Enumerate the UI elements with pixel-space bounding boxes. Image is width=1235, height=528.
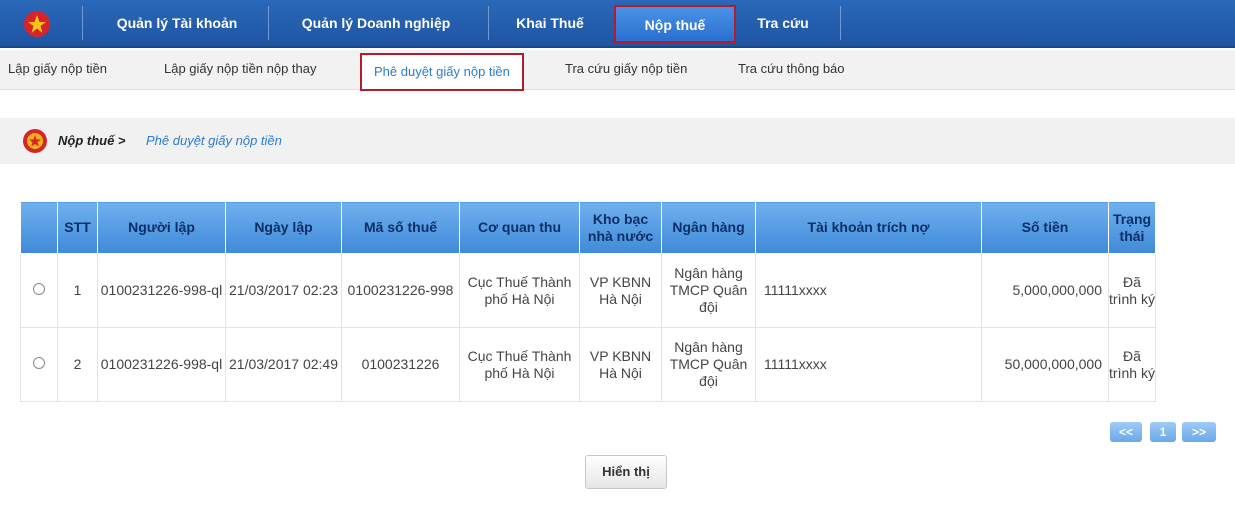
cell-so-tien: 5,000,000,000: [981, 253, 1109, 328]
cell-so-tien: 50,000,000,000: [981, 327, 1109, 402]
subnav-tra-cuu-thong-bao[interactable]: Tra cứu thông báo: [738, 61, 845, 76]
cell-ma-so-thue: 0100231226: [341, 327, 460, 402]
subnav-lap-giay-nop-tien-nop-thay[interactable]: Lập giấy nộp tiền nộp thay: [164, 61, 317, 76]
cell-trang-thai: Đã trình ký: [1108, 327, 1156, 402]
cell-ngay-lap: 21/03/2017 02:23: [225, 253, 342, 328]
payment-approval-table: STT Người lập Ngày lập Mã số thuế Cơ qua…: [20, 201, 1156, 402]
show-button[interactable]: Hiển thị: [585, 455, 667, 489]
col-trang-thai: Trạng thái: [1108, 201, 1156, 254]
nav-quan-ly-tai-khoan[interactable]: Quản lý Tài khoản: [92, 0, 262, 46]
cell-stt: 1: [57, 253, 98, 328]
col-co-quan-thu: Cơ quan thu: [459, 201, 580, 254]
nav-nop-thue[interactable]: Nộp thuế: [614, 5, 736, 43]
cell-nguoi-lap: 0100231226-998-ql: [97, 327, 226, 402]
col-stt: STT: [57, 201, 98, 254]
pager-page-1[interactable]: 1: [1150, 422, 1176, 442]
col-nguoi-lap: Người lập: [97, 201, 226, 254]
breadcrumb-current: Phê duyệt giấy nộp tiền: [146, 133, 282, 148]
col-kho-bac: Kho bạc nhà nước: [579, 201, 662, 254]
nav-khai-thue[interactable]: Khai Thuế: [492, 0, 608, 46]
col-tai-khoan-trich-no: Tài khoản trích nợ: [755, 201, 982, 254]
subnav-lap-giay-nop-tien[interactable]: Lập giấy nộp tiền: [8, 61, 107, 76]
cell-nguoi-lap: 0100231226-998-ql: [97, 253, 226, 328]
top-navigation: Quản lý Tài khoản Quản lý Doanh nghiệp K…: [0, 0, 1235, 48]
nav-divider: [840, 6, 841, 40]
cell-trang-thai: Đã trình ký: [1108, 253, 1156, 328]
subnav-phe-duyet-giay-nop-tien[interactable]: Phê duyệt giấy nộp tiền: [360, 53, 524, 91]
cell-ma-so-thue: 0100231226-998: [341, 253, 460, 328]
pager-next-button[interactable]: >>: [1182, 422, 1216, 442]
col-ngan-hang: Ngân hàng: [661, 201, 756, 254]
cell-ngan-hang: Ngân hàng TMCP Quân đội: [661, 327, 756, 402]
cell-kho-bac: VP KBNN Hà Nội: [579, 327, 662, 402]
pager-prev-button[interactable]: <<: [1110, 422, 1142, 442]
cell-ngan-hang: Ngân hàng TMCP Quân đội: [661, 253, 756, 328]
col-select: [20, 201, 58, 254]
sub-navigation: Lập giấy nộp tiền Lập giấy nộp tiền nộp …: [0, 50, 1235, 91]
table-header-row: STT Người lập Ngày lập Mã số thuế Cơ qua…: [20, 201, 1156, 254]
cell-stt: 2: [57, 327, 98, 402]
nav-divider: [488, 6, 489, 40]
row-select-cell: [20, 327, 58, 402]
table-row[interactable]: 1 0100231226-998-ql 21/03/2017 02:23 010…: [20, 253, 1156, 328]
emblem-icon: [24, 11, 50, 37]
emblem-icon: [23, 129, 47, 153]
breadcrumb: Nộp thuế > Phê duyệt giấy nộp tiền: [0, 118, 1235, 164]
breadcrumb-root[interactable]: Nộp thuế >: [58, 133, 126, 148]
cell-kho-bac: VP KBNN Hà Nội: [579, 253, 662, 328]
nav-tra-cuu[interactable]: Tra cứu: [738, 0, 828, 46]
nav-divider: [82, 6, 83, 40]
cell-ngay-lap: 21/03/2017 02:49: [225, 327, 342, 402]
table-row[interactable]: 2 0100231226-998-ql 21/03/2017 02:49 010…: [20, 327, 1156, 402]
cell-tai-khoan: 11111xxxx: [755, 253, 982, 328]
row-radio[interactable]: [33, 357, 45, 369]
nav-divider: [268, 6, 269, 40]
cell-co-quan-thu: Cục Thuế Thành phố Hà Nội: [459, 253, 580, 328]
col-ma-so-thue: Mã số thuế: [341, 201, 460, 254]
subnav-tra-cuu-giay-nop-tien[interactable]: Tra cứu giấy nộp tiền: [565, 61, 687, 76]
cell-co-quan-thu: Cục Thuế Thành phố Hà Nội: [459, 327, 580, 402]
row-select-cell: [20, 253, 58, 328]
row-radio[interactable]: [33, 283, 45, 295]
cell-tai-khoan: 11111xxxx: [755, 327, 982, 402]
col-ngay-lap: Ngày lập: [225, 201, 342, 254]
col-so-tien: Số tiền: [981, 201, 1109, 254]
nav-quan-ly-doanh-nghiep[interactable]: Quản lý Doanh nghiệp: [272, 0, 480, 46]
